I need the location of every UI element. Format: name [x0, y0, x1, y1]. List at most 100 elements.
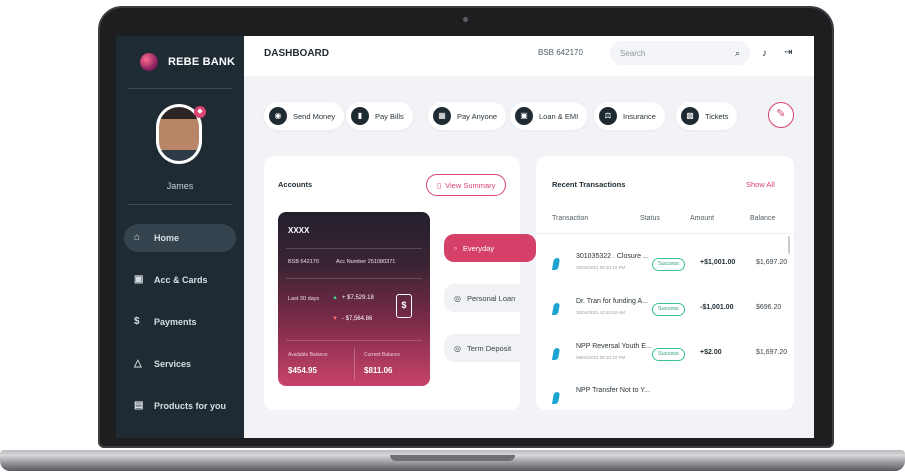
pill-label: Send Money: [293, 111, 336, 121]
user-photo: [159, 107, 199, 161]
loan-emi-button[interactable]: ▣ Loan & EMI: [510, 102, 588, 130]
coin-icon: ◎: [454, 343, 461, 353]
money-in: ▲ + $7,529.18: [332, 295, 374, 301]
sidebar: REBE BANK ◆ James ⌂ Home ▣ Acc & Cards $…: [116, 36, 244, 438]
pay-anyone-button[interactable]: ▦ Pay Anyone: [428, 102, 507, 130]
laptop-notch: [390, 455, 515, 461]
coin-icon: ◎: [454, 293, 461, 303]
card-period: Last 30 days: [288, 296, 320, 302]
tickets-button[interactable]: ▩ Tickets: [676, 102, 738, 130]
tab-everyday[interactable]: ▫ Everyday: [444, 234, 536, 262]
tab-personal-loan[interactable]: ◎ Personal Loan: [444, 284, 528, 312]
recent-transactions-panel: Recent Transactions Show All Transaction…: [536, 156, 794, 410]
up-arrow-icon: ▲: [332, 295, 338, 301]
transaction-amount: +$1,001.00: [700, 259, 736, 266]
available-balance-label: Available Balance: [288, 352, 328, 358]
available-balance-value: $454.95: [288, 366, 317, 375]
tab-term-deposit[interactable]: ◎ Term Deposit: [444, 334, 528, 362]
money-out-value: - $7,564.86: [341, 316, 373, 322]
pill-label: Insurance: [623, 111, 656, 121]
wallet-icon: $: [396, 294, 412, 318]
bell-icon[interactable]: ♪: [762, 48, 767, 59]
brand[interactable]: REBE BANK: [140, 53, 235, 71]
transaction-amount: +$2.00: [700, 349, 722, 356]
sidebar-item-label: Payments: [154, 317, 197, 327]
search-icon[interactable]: ⌕: [735, 48, 740, 59]
card-number: XXXX: [288, 226, 310, 235]
products-icon: ▤: [134, 400, 144, 411]
screen: REBE BANK ◆ James ⌂ Home ▣ Acc & Cards $…: [116, 36, 814, 438]
table-row[interactable]: NPP Reversal Youth E... 09/04/2021 08:30…: [550, 338, 788, 374]
send-money-button[interactable]: ◉ Send Money: [264, 102, 345, 130]
status-badge: Success: [652, 303, 685, 316]
sidebar-item-services[interactable]: △ Services: [124, 350, 236, 378]
loan-icon: ▣: [515, 107, 533, 125]
divider: [286, 340, 422, 341]
scrollbar[interactable]: [788, 236, 790, 254]
status-badge: Success: [652, 258, 685, 271]
accounts-panel: Accounts ▯ View Summary XXXX BSB 642170 …: [264, 156, 536, 410]
wallet-icon: ▫: [454, 243, 457, 253]
logout-icon[interactable]: ⇥: [784, 47, 792, 58]
divider: [128, 204, 232, 205]
column-header: Transaction: [552, 215, 589, 222]
sidebar-item-label: Services: [154, 359, 192, 369]
pay-bills-button[interactable]: ▮ Pay Bills: [346, 102, 413, 130]
edit-icon[interactable]: ✎: [768, 102, 794, 128]
sidebar-item-products[interactable]: ▤ Products for you: [124, 392, 236, 420]
table-row[interactable]: 301035322 . Closure ... 30/04/2021 08:30…: [550, 248, 788, 284]
status-badge: Success: [652, 348, 685, 361]
bsb-number: BSB 642170: [538, 48, 583, 57]
bank-logo-icon: [140, 53, 158, 71]
divider: [128, 88, 232, 89]
transaction-icon: [550, 348, 564, 362]
sidebar-item-label: Home: [154, 233, 180, 243]
summary-icon: ▯: [437, 180, 442, 190]
top-header: DASHBOARD BSB 642170 Search ⌕ ♪ ⇥: [244, 36, 814, 76]
current-balance-label: Current Balance: [364, 352, 401, 358]
account-card[interactable]: XXXX BSB 642170 Acc Number 251080371 Las…: [278, 212, 430, 386]
tab-label: Everyday: [462, 243, 495, 253]
card-acc-number: Acc Number 251080371: [336, 259, 396, 265]
pay-anyone-icon: ▦: [433, 107, 451, 125]
sidebar-item-home[interactable]: ⌂ Home: [124, 224, 236, 252]
divider: [286, 278, 422, 279]
divider: [286, 248, 422, 249]
send-money-icon: ◉: [269, 107, 287, 125]
recent-transactions-title: Recent Transactions: [552, 180, 626, 189]
table-row[interactable]: Dr. Tran for funding A... 30/04/2021 10:…: [550, 293, 786, 329]
show-all-link[interactable]: Show All: [746, 180, 775, 189]
down-arrow-icon: ▼: [332, 316, 338, 322]
transaction-name: 301035322 . Closure ...: [576, 253, 649, 260]
transaction-balance: $1,697.20: [756, 349, 788, 356]
home-icon: ⌂: [134, 232, 141, 243]
page-title: DASHBOARD: [264, 48, 329, 59]
avatar[interactable]: ◆: [156, 104, 206, 166]
transaction-balance: $1,697.20: [756, 259, 788, 266]
insurance-button[interactable]: ⚖ Insurance: [594, 102, 665, 130]
transaction-icon: [550, 392, 564, 406]
card-bsb: BSB 642170: [288, 259, 319, 265]
transaction-icon: [550, 258, 564, 272]
scale-icon: ⚖: [599, 107, 617, 125]
transaction-name: NPP Transfer Not to Y...: [576, 387, 650, 394]
pill-label: Tickets: [705, 111, 729, 121]
sidebar-item-acc-cards[interactable]: ▣ Acc & Cards: [124, 266, 236, 294]
pill-label: Loan & EMI: [539, 111, 579, 121]
transaction-date: 30/04/2021 10:40:52 AM: [576, 310, 626, 315]
table-row[interactable]: NPP Transfer Not to Y...: [550, 382, 786, 410]
laptop-mockup: REBE BANK ◆ James ⌂ Home ▣ Acc & Cards $…: [0, 0, 905, 475]
current-balance-value: $811.06: [364, 366, 393, 375]
view-summary-button[interactable]: ▯ View Summary: [426, 174, 507, 196]
money-out: ▼ - $7,564.86: [332, 316, 372, 322]
sidebar-item-payments[interactable]: $ Payments: [124, 308, 236, 336]
divider: [536, 233, 794, 234]
user-name: James: [166, 181, 194, 191]
pay-bills-icon: ▮: [351, 107, 369, 125]
card-icon: ▣: [134, 274, 144, 285]
quick-actions: ◉ Send Money ▮ Pay Bills ▦ Pay Anyone ▣ …: [264, 102, 804, 132]
search-input[interactable]: Search ⌕: [610, 41, 750, 65]
transaction-name: Dr. Tran for funding A...: [576, 298, 648, 305]
transaction-name: NPP Reversal Youth E...: [576, 343, 652, 350]
avatar-edit-icon[interactable]: ◆: [194, 106, 206, 118]
